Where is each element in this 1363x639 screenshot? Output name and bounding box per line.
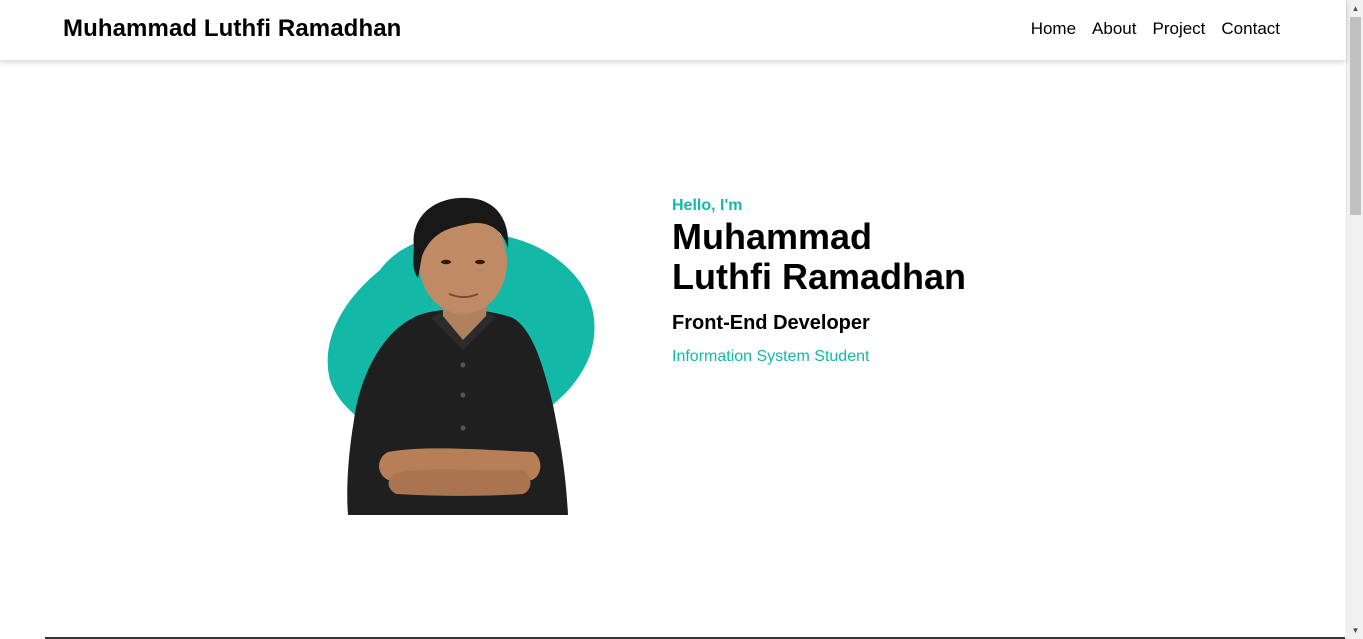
nav-links: Home About Project Contact bbox=[1031, 19, 1280, 39]
greeting: Hello, I'm bbox=[672, 197, 743, 214]
navbar: Muhammad Luthfi Ramadhan Home About Proj… bbox=[0, 0, 1346, 60]
scroll-up-arrow-icon[interactable]: ▲ bbox=[1347, 0, 1363, 17]
person-portrait-icon bbox=[327, 197, 595, 515]
scroll-down-arrow-icon[interactable]: ▼ bbox=[1347, 622, 1363, 639]
hero-photo bbox=[318, 190, 608, 515]
hero-name: Muhammad Luthfi Ramadhan bbox=[672, 217, 1092, 297]
nav-link-project[interactable]: Project bbox=[1152, 19, 1205, 39]
hero-name-line1: Muhammad bbox=[672, 216, 873, 257]
nav-link-contact[interactable]: Contact bbox=[1221, 19, 1280, 39]
hero-subrole: Information System Student bbox=[672, 348, 870, 365]
hero-name-line2: Luthfi Ramadhan bbox=[672, 256, 966, 297]
scrollbar[interactable]: ▲ ▼ bbox=[1346, 0, 1363, 639]
brand-title[interactable]: Muhammad Luthfi Ramadhan bbox=[63, 15, 401, 43]
scroll-thumb[interactable] bbox=[1350, 17, 1361, 215]
hero-text: Hello, I'm Muhammad Luthfi Ramadhan Fron… bbox=[672, 196, 1092, 367]
nav-link-home[interactable]: Home bbox=[1031, 19, 1076, 39]
hero-role: Front-End Developer bbox=[672, 312, 870, 334]
nav-link-about[interactable]: About bbox=[1092, 19, 1136, 39]
